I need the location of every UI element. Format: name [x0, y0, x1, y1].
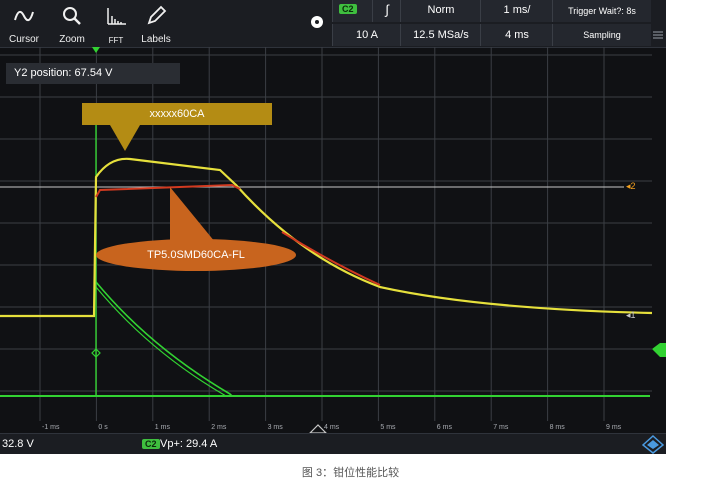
- fft-label: FFT: [108, 36, 124, 45]
- callout-lower-label: TP5.0SMD60CA-FL: [147, 249, 245, 261]
- y2-position-readout: Y2 position: 67.54 V: [6, 63, 180, 84]
- toolbar: Cursor Zoom FFT Labels C2 ∫ Norm 1 ms/ T…: [0, 0, 666, 48]
- fft-icon: [107, 8, 126, 25]
- yellow-trace: [0, 157, 653, 318]
- callout-lower-pointer: [170, 187, 215, 242]
- fft-button[interactable]: FFT: [96, 0, 136, 47]
- green-trace-decay: [95, 281, 233, 397]
- x-tick-label: 7 ms: [493, 424, 509, 431]
- zoom-button[interactable]: Zoom: [50, 0, 94, 47]
- oscilloscope-screen: Cursor Zoom FFT Labels C2 ∫ Norm 1 ms/ T…: [0, 0, 666, 454]
- callout-upper-pointer: [110, 125, 140, 151]
- magnifier-icon: [63, 7, 81, 25]
- x-tick-label: 2 ms: [211, 424, 227, 431]
- trigger-mode[interactable]: Norm: [400, 0, 481, 22]
- ref-marker-1: ◂1: [626, 310, 636, 320]
- ref-marker-2: ◂2: [626, 181, 636, 191]
- time-per-div[interactable]: 1 ms/: [480, 0, 553, 22]
- labels-label: Labels: [141, 34, 171, 45]
- x-tick-label: 4 ms: [324, 424, 340, 431]
- callout-upper-label: xxxxx60CA: [149, 108, 205, 120]
- trigger-slope[interactable]: ∫: [372, 0, 401, 22]
- record-length[interactable]: 4 ms: [480, 24, 553, 46]
- x-tick-label: 5 ms: [380, 424, 396, 431]
- x-tick-label: 8 ms: [550, 424, 566, 431]
- trigger-position-marker: [92, 47, 100, 53]
- current-range[interactable]: 10 A: [332, 24, 401, 46]
- status-bar: 32.8 V C2 Vp+: 29.4 A: [0, 433, 666, 454]
- cursor-button[interactable]: Cursor: [2, 0, 46, 47]
- figure-caption: 图 3：钳位性能比较: [301, 467, 400, 479]
- run-stop-dot-button[interactable]: [311, 16, 323, 28]
- cursor-label: Cursor: [8, 34, 39, 45]
- labels-button[interactable]: Labels: [136, 0, 176, 47]
- sample-rate[interactable]: 12.5 MSa/s: [400, 24, 481, 46]
- x-tick-label: 9 ms: [606, 424, 622, 431]
- zoom-label: Zoom: [59, 34, 85, 45]
- waveform-cursor-icon: [14, 10, 34, 22]
- red-trace: [95, 183, 381, 286]
- acquisition-mode[interactable]: Sampling: [552, 24, 651, 46]
- x-tick-label: 3 ms: [268, 424, 284, 431]
- x-tick-label: 1 ms: [155, 424, 171, 431]
- pencil-icon: [147, 5, 167, 25]
- trigger-status: Trigger Wait?: 8s: [552, 0, 651, 22]
- x-tick-label: 0 s: [98, 424, 108, 431]
- peak-current-measurement: Vp+: 29.4 A: [160, 438, 218, 450]
- channel-badge: C2: [339, 4, 357, 14]
- channel-ground-marker: [652, 343, 666, 357]
- left-readout: 32.8 V: [2, 438, 34, 450]
- channel-cell[interactable]: C2: [332, 0, 373, 22]
- x-tick-label: -1 ms: [42, 424, 60, 431]
- menu-icon[interactable]: [652, 28, 664, 42]
- x-tick-label: 6 ms: [437, 424, 453, 431]
- bottom-channel-badge: C2: [142, 439, 160, 449]
- x-axis-ticks: -1 ms 0 s 1 ms 2 ms 3 ms 4 ms 5 ms 6 ms 7 ms 8 ms…: [42, 424, 622, 431]
- expand-corner-icon[interactable]: [642, 435, 664, 454]
